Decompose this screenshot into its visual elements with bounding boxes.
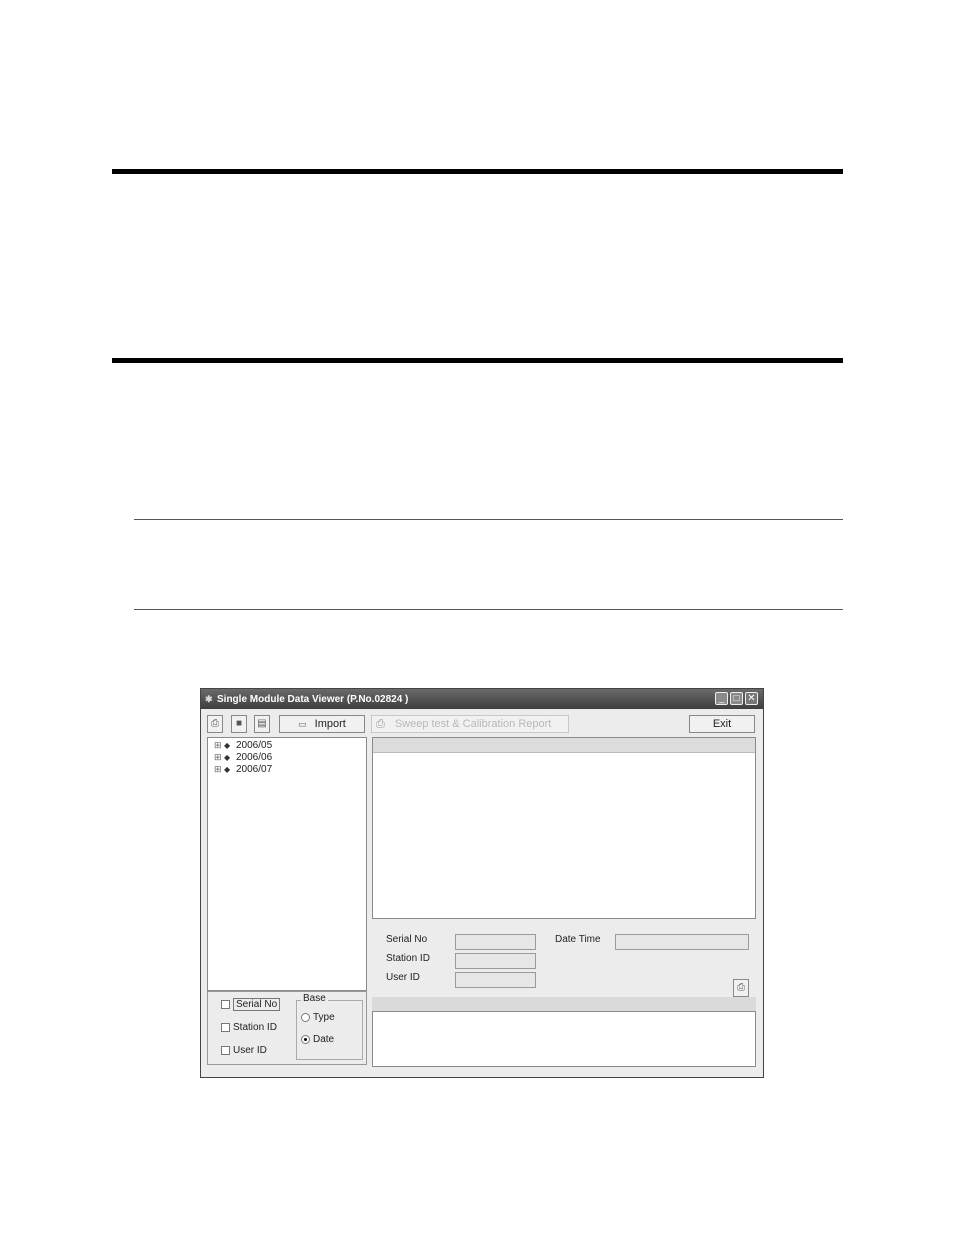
date-time-label: Date Time xyxy=(555,934,601,945)
node-icon: ◆ xyxy=(224,753,231,762)
list-header xyxy=(373,738,755,753)
top-rule xyxy=(112,169,843,174)
detail-separator xyxy=(372,997,756,1011)
copy-button[interactable]: ▤ xyxy=(254,715,270,733)
date-radio[interactable]: Date xyxy=(301,1034,334,1045)
save-button[interactable]: ■ xyxy=(231,715,247,733)
serial-no-field xyxy=(455,934,536,950)
import-label: Import xyxy=(314,718,346,730)
expand-icon[interactable]: ⊞ xyxy=(214,752,224,763)
result-panel[interactable] xyxy=(372,1011,756,1067)
maximize-button[interactable]: □ xyxy=(730,692,743,705)
title-bar[interactable]: ✱ Single Module Data Viewer (P.No.02824 ) xyxy=(201,689,763,709)
folder-icon: ▭ xyxy=(298,719,307,729)
module-list[interactable] xyxy=(372,737,756,919)
divider-line xyxy=(134,609,843,610)
tree-item[interactable]: ⊞ ◆ 2006/05 xyxy=(214,740,272,751)
serial-no-checkbox[interactable]: Serial No xyxy=(221,998,281,1011)
station-id-field xyxy=(455,953,536,969)
minimize-button[interactable]: _ xyxy=(715,692,728,705)
station-id-label: Station ID xyxy=(386,953,430,964)
data-viewer-window: ✱ Single Module Data Viewer (P.No.02824 )… xyxy=(200,688,764,1078)
tree-item[interactable]: ⊞ ◆ 2006/07 xyxy=(214,764,272,775)
station-id-checkbox[interactable]: Station ID xyxy=(221,1022,277,1033)
exit-button[interactable]: Exit xyxy=(689,715,755,733)
expand-icon[interactable]: ⊞ xyxy=(214,740,224,751)
print-button[interactable]: ⎙ xyxy=(207,715,223,733)
divider-line xyxy=(134,519,843,520)
app-icon: ✱ xyxy=(205,694,213,704)
type-radio[interactable]: Type xyxy=(301,1012,335,1023)
printer-icon: ⎙ xyxy=(737,982,745,993)
printer-icon: ⎙ xyxy=(211,718,219,729)
expand-icon[interactable]: ⊞ xyxy=(214,764,224,775)
close-button[interactable]: ✕ xyxy=(745,692,758,705)
user-id-checkbox[interactable]: User ID xyxy=(221,1045,267,1056)
window-title: Single Module Data Viewer (P.No.02824 ) xyxy=(217,694,409,705)
user-id-field xyxy=(455,972,536,988)
base-group xyxy=(296,1000,363,1060)
report-label: Sweep test & Calibration Report xyxy=(394,718,552,730)
clipboard-icon: ▤ xyxy=(257,718,267,729)
date-time-field xyxy=(615,934,749,950)
second-rule xyxy=(112,358,843,363)
date-tree[interactable]: ⊞ ◆ 2006/05 ⊞ ◆ 2006/06 ⊞ ◆ 2006/07 xyxy=(207,737,367,991)
base-title: Base xyxy=(301,993,328,1004)
import-button[interactable]: ▭ Import xyxy=(279,715,365,733)
print-detail-button[interactable]: ⎙ xyxy=(733,979,749,997)
save-icon: ■ xyxy=(235,718,243,729)
user-id-label: User ID xyxy=(386,972,420,983)
node-icon: ◆ xyxy=(224,765,231,774)
node-icon: ◆ xyxy=(224,741,231,750)
serial-no-label: Serial No xyxy=(386,934,428,945)
printer-icon: ⎙ xyxy=(376,718,385,730)
report-button[interactable]: ⎙ Sweep test & Calibration Report xyxy=(371,715,569,733)
tree-item[interactable]: ⊞ ◆ 2006/06 xyxy=(214,752,272,763)
